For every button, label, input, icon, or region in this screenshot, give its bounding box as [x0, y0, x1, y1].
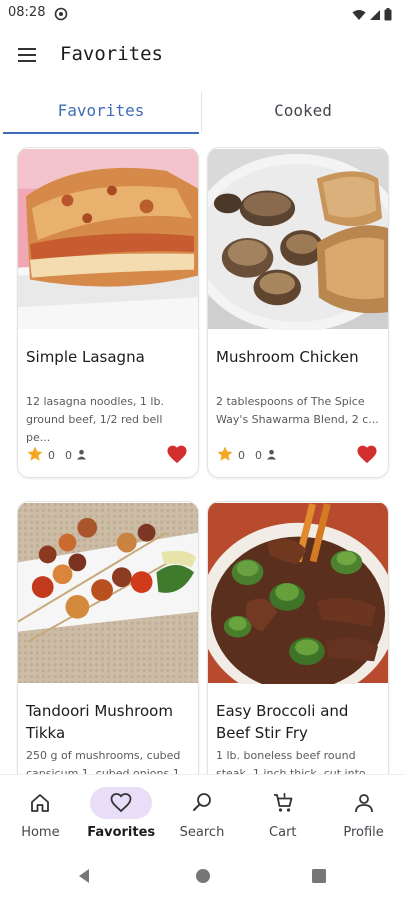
recipe-meta: 0 0	[26, 445, 87, 466]
nav-label: Search	[179, 825, 225, 840]
recipe-card[interactable]: Mushroom Chicken 2 tablespoons of The Sp…	[207, 147, 389, 478]
tab-cooked-label: Cooked	[274, 101, 332, 120]
person-icon	[352, 791, 376, 815]
person-small-icon	[76, 449, 87, 463]
recipe-title: Tandoori Mushroom Tikka	[26, 702, 173, 742]
tab-cooked[interactable]: Cooked	[202, 88, 404, 136]
nav-item-cart[interactable]: Cart	[242, 775, 323, 848]
recipe-description: 2 tablespoons of The Spice Way's Shawarm…	[216, 395, 379, 426]
favorite-heart-icon[interactable]	[166, 444, 188, 468]
nav-label: Home	[21, 825, 60, 840]
star-icon	[216, 445, 234, 466]
heart-outline-icon	[109, 791, 133, 815]
beef-broccoli-photo	[208, 503, 388, 684]
cart-icon	[271, 791, 295, 815]
lasagna-photo	[18, 149, 198, 329]
recipe-card[interactable]: Tandoori Mushroom Tikka 250 g of mushroo…	[17, 501, 199, 774]
app-notification-icon	[54, 6, 68, 25]
bottom-navigation: Home Favorites Search Cart Profile	[0, 774, 404, 848]
nav-item-favorites[interactable]: Favorites	[81, 775, 162, 848]
nav-label: Profile	[343, 825, 384, 840]
signal-icon	[369, 6, 381, 25]
rating-value: 0	[238, 449, 245, 462]
status-time: 08:28	[8, 5, 46, 20]
nav-label: Cart	[269, 825, 297, 840]
back-icon[interactable]	[76, 868, 92, 888]
tab-indicator	[3, 132, 199, 134]
recents-icon[interactable]	[311, 868, 327, 888]
recipe-description: 250 g of mushrooms, cubed capsicum 1, cu…	[26, 749, 181, 774]
recipe-description: 12 lasagna noodles, 1 lb. ground beef, 1…	[26, 395, 164, 444]
tab-favorites[interactable]: Favorites	[0, 88, 202, 136]
page-title: Favorites	[60, 43, 163, 65]
tab-row: Favorites Cooked	[0, 88, 404, 136]
tandoori-skewers-photo	[18, 503, 198, 683]
top-app-bar: Favorites	[0, 30, 404, 80]
recipe-title: Mushroom Chicken	[216, 348, 359, 366]
home-icon	[28, 791, 52, 815]
home-circle-icon[interactable]	[195, 868, 211, 888]
battery-icon	[384, 6, 392, 25]
hamburger-menu-icon[interactable]	[14, 44, 42, 66]
recipe-card[interactable]: Easy Broccoli and Beef Stir Fry 1 lb. bo…	[207, 501, 389, 774]
tab-favorites-label: Favorites	[57, 101, 145, 120]
nav-item-home[interactable]: Home	[0, 775, 81, 848]
mushroom-chicken-photo	[208, 149, 388, 330]
system-navigation-bar	[0, 850, 404, 900]
favorite-heart-icon[interactable]	[356, 444, 378, 468]
nav-label: Favorites	[87, 825, 156, 840]
recipe-title: Easy Broccoli and Beef Stir Fry	[216, 702, 349, 742]
nav-item-profile[interactable]: Profile	[323, 775, 404, 848]
recipe-meta: 0 0	[216, 445, 277, 466]
star-icon	[26, 445, 44, 466]
recipe-grid: Simple Lasagna 12 lasagna noodles, 1 lb.…	[0, 144, 404, 774]
servings-value: 0	[255, 449, 262, 462]
servings-value: 0	[65, 449, 72, 462]
wifi-icon	[352, 6, 366, 25]
tab-divider	[201, 92, 202, 132]
person-small-icon	[266, 449, 277, 463]
recipe-description: 1 lb. boneless beef round steak, 1 inch …	[216, 749, 366, 774]
recipe-card[interactable]: Simple Lasagna 12 lasagna noodles, 1 lb.…	[17, 147, 199, 478]
search-icon	[190, 791, 214, 815]
recipe-title: Simple Lasagna	[26, 348, 145, 366]
nav-item-search[interactable]: Search	[162, 775, 243, 848]
status-bar: 08:28	[0, 0, 404, 26]
rating-value: 0	[48, 449, 55, 462]
